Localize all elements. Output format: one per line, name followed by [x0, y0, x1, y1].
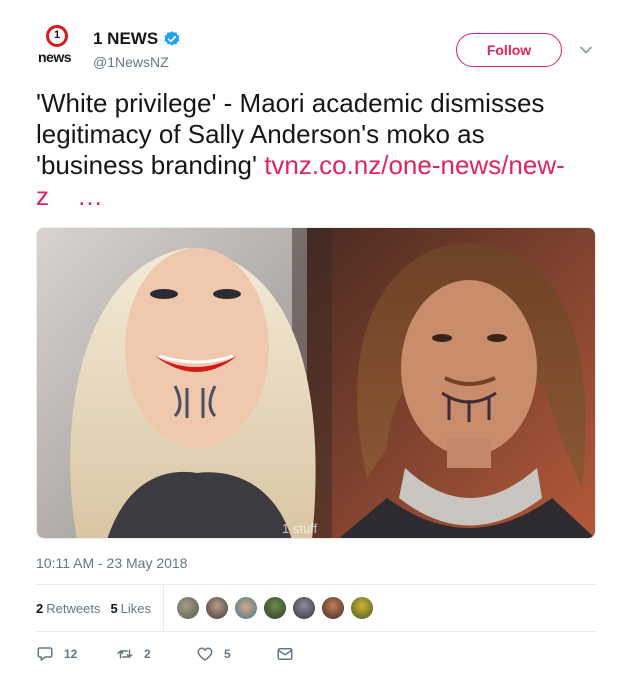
liker-avatar[interactable] — [263, 596, 288, 620]
reply-button[interactable]: 12 — [36, 645, 116, 663]
like-button[interactable]: 5 — [196, 645, 276, 663]
liker-avatar[interactable] — [321, 596, 346, 620]
retweets-label: Retweets — [46, 600, 101, 616]
logo-number: 1 — [53, 29, 61, 41]
tweet-text: 'White privilege' - Maori academic dismi… — [36, 88, 596, 212]
follow-button[interactable]: Follow — [456, 33, 562, 67]
account-handle[interactable]: @1NewsNZ — [93, 54, 169, 70]
display-name[interactable]: 1 NEWS — [93, 29, 158, 49]
liker-avatar[interactable] — [350, 596, 375, 620]
likes-label: Likes — [120, 600, 152, 616]
tweet-media-image[interactable]: 1 stuff — [36, 227, 596, 539]
tweet-timestamp[interactable]: 10:11 AM - 23 May 2018 — [36, 555, 188, 571]
message-button[interactable] — [276, 645, 356, 663]
like-count: 5 — [224, 647, 231, 661]
logo-circle-icon: 1 — [46, 25, 68, 47]
liker-avatars — [176, 596, 379, 620]
retweet-count: 2 — [144, 647, 151, 661]
liker-avatar[interactable] — [176, 596, 201, 620]
retweet-icon — [117, 649, 133, 659]
likes-count: 5 — [110, 600, 118, 616]
logo-text: news — [38, 49, 72, 65]
heart-icon — [197, 647, 213, 661]
likes-stat[interactable]: 5 Likes — [110, 601, 151, 616]
tweet-stats: 2 Retweets 5 Likes — [36, 585, 596, 631]
tweet-actions: 12 2 5 — [36, 645, 356, 663]
liker-avatar[interactable] — [205, 596, 230, 620]
media-illustration: 1 stuff — [37, 228, 595, 538]
account-name-row[interactable]: 1 NEWS — [93, 29, 181, 49]
liker-avatar[interactable] — [292, 596, 317, 620]
retweet-button[interactable]: 2 — [116, 645, 196, 663]
chevron-down-icon[interactable] — [579, 43, 593, 57]
tweet-card: 1 news 1 NEWS @1NewsNZ Follow 'White pri… — [0, 0, 627, 678]
envelope-icon — [277, 648, 293, 660]
reply-count: 12 — [64, 647, 78, 661]
stats-separator — [163, 585, 165, 631]
retweets-count: 2 — [36, 600, 44, 616]
liker-avatar[interactable] — [234, 596, 259, 620]
account-avatar[interactable]: 1 news — [36, 24, 82, 70]
verified-badge-icon — [164, 31, 180, 46]
link-ellipsis[interactable]: … — [77, 181, 103, 211]
retweets-stat[interactable]: 2 Retweets — [36, 601, 100, 616]
reply-icon — [37, 647, 53, 661]
media-watermark: 1 stuff — [282, 521, 318, 536]
divider-bottom — [36, 631, 596, 632]
